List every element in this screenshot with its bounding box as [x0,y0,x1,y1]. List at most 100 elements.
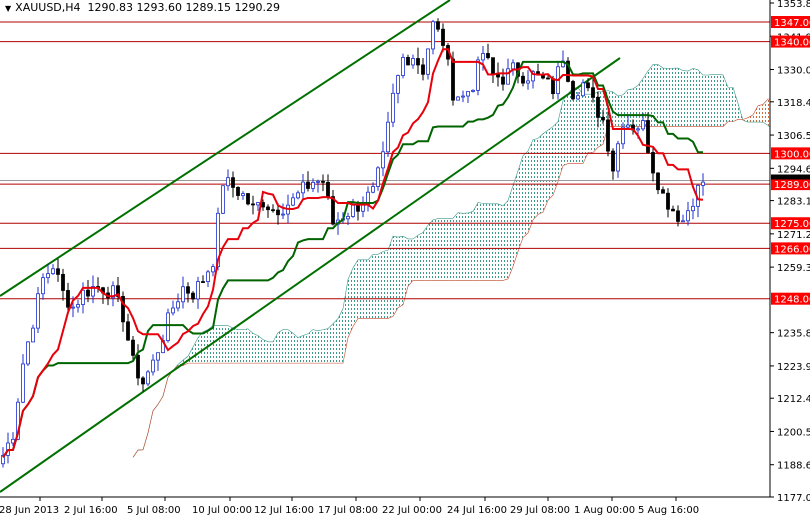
candle-body [606,119,610,152]
candle-body [701,181,705,186]
candle-body [396,75,400,94]
candle-body [651,152,655,174]
ichimoku-cloud-segment [638,78,643,127]
y-tick-label: 1188.60 [777,461,810,472]
ichimoku-cloud-segment [258,335,263,364]
candle-body [686,210,690,222]
ichimoku-cloud-segment [293,333,298,364]
ichimoku-cloud-segment [663,68,668,127]
candle-body [51,268,55,275]
candle-body [571,81,575,100]
y-tick-label: 1283.10 [777,197,810,208]
candle-body [76,304,80,308]
ichimoku-cloud-segment [243,328,248,364]
ichimoku-cloud-segment [483,203,488,281]
x-tick-label: 12 Jul 16:00 [254,505,314,516]
candle-body [191,292,195,300]
ichimoku-cloud-segment [283,329,288,364]
level-label: 1275.00 [774,219,810,230]
x-tick-label: 17 Jul 08:00 [318,505,378,516]
candle-body [421,64,425,75]
candle-body [551,78,555,95]
candle-body [611,150,615,172]
candle-body [481,53,485,61]
ichimoku-cloud-segment [728,87,733,122]
candle-body [236,186,240,196]
candle-body [301,181,305,194]
candle-body [151,359,155,373]
ichimoku-cloud-segment [563,93,568,166]
ichimoku-cloud-segment [408,238,413,287]
ichimoku-cloud-segment [363,259,368,319]
candle-body [171,307,175,314]
ichimoku-cloud-segment [263,339,268,364]
ichimoku-cloud-segment [303,333,308,364]
candle-body [406,57,410,66]
candle-body [411,58,415,66]
candle-body [211,266,215,273]
candle-body [491,57,495,75]
candle-body [251,203,255,206]
high-value: 1293.60 [136,1,183,14]
level-label: 1347.00 [774,18,810,29]
candle-body [346,216,350,220]
y-tick-label: 1200.50 [777,427,810,438]
current-price-label-bg [771,174,810,180]
ichimoku-cloud-segment [703,74,708,127]
candle-body [676,210,680,222]
candle-body [31,327,35,343]
ichimoku-cloud-segment [688,68,693,127]
candle-body [86,289,90,297]
candle-body [321,180,325,183]
candle-body [36,293,40,329]
candle-body [646,120,650,153]
ichimoku-cloud-segment [548,126,553,201]
candle-body [381,151,385,169]
candle-body [666,192,670,210]
ichimoku-cloud-segment [353,259,358,327]
candle-body [511,62,515,70]
candle-body [521,75,525,84]
ichimoku-cloud-segment [588,94,593,153]
candle-body [41,277,45,295]
x-tick-label: 29 Jul 08:00 [510,505,570,516]
price-chart[interactable]: 1353.801341.901330.001318.451306.551294.… [0,0,810,517]
y-tick-label: 1306.55 [777,131,810,142]
candle-body [11,438,15,444]
candle-body [601,116,605,121]
ichimoku-cloud-segment [383,250,388,319]
y-tick-label: 1212.40 [777,394,810,405]
candle-body [681,220,685,223]
candle-body [266,206,270,211]
triangle-down-icon[interactable]: ▼ [5,4,11,13]
ichimoku-cloud-segment [438,218,443,281]
ichimoku-cloud-segment [668,68,673,127]
ichimoku-cloud-segment [633,85,638,127]
x-tick-label: 10 Jul 00:00 [192,505,252,516]
candle-body [581,82,585,97]
candle-body [431,21,435,50]
ichimoku-cloud-segment [248,328,253,364]
ichimoku-cloud-segment [503,200,508,281]
ichimoku-cloud-segment [358,259,363,319]
candle-body [596,96,600,118]
ichimoku-cloud-segment [323,328,328,364]
candle-body [426,48,430,75]
y-tick-label: 1177.05 [777,493,810,504]
ichimoku-cloud-segment [523,151,528,238]
ichimoku-cloud-segment [223,325,228,364]
candle-body [451,58,455,101]
ichimoku-cloud-segment [443,218,448,281]
ichimoku-cloud-segment [648,64,653,127]
candle-body [501,76,505,85]
ichimoku-cloud-segment [518,155,523,252]
ichimoku-cloud-segment [793,106,798,149]
candle-body [201,281,205,283]
ichimoku-cloud-segment [643,71,648,127]
ichimoku-cloud-segment [558,100,563,182]
ichimoku-cloud-segment [298,335,303,364]
y-tick-label: 1318.45 [777,98,810,109]
candle-body [126,321,130,341]
ichimoku-cloud-segment [538,133,543,215]
ichimoku-cloud-segment [218,325,223,364]
